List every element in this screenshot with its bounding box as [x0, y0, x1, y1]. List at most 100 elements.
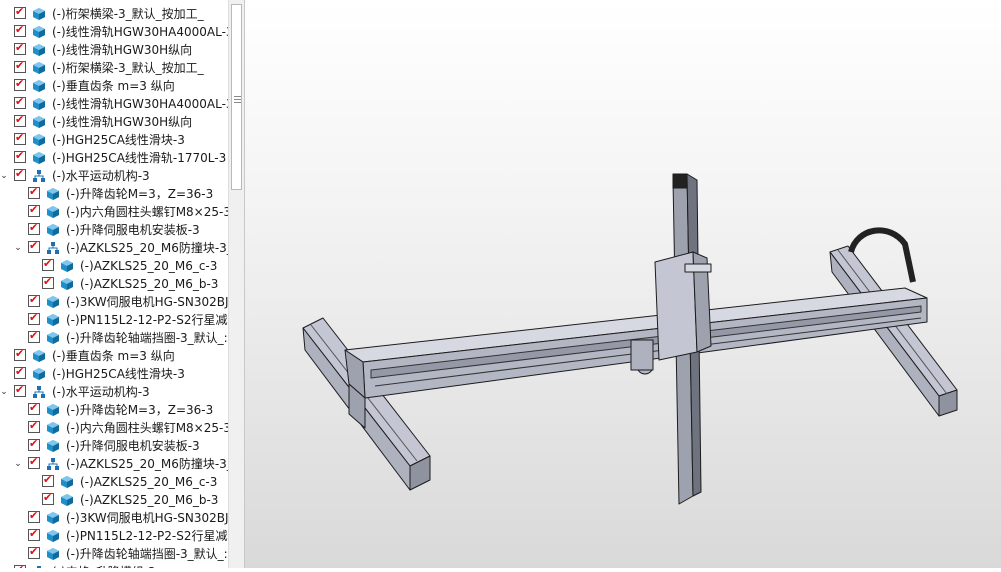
scrollbar-thumb[interactable]: [231, 4, 242, 190]
tree-item-label: (-)AZKLS25_20_M6防撞块-3_A: [66, 241, 228, 255]
tree-row[interactable]: ⌄ (-)水平运动机构-3: [0, 383, 228, 401]
cube-part-icon: [60, 493, 74, 507]
tree-row[interactable]: (-)垂直齿条 m=3 纵向: [0, 347, 228, 365]
chevron-down-icon[interactable]: ⌄: [13, 458, 23, 470]
tree-row[interactable]: (-)内六角圆柱头螺钉M8×25-3: [0, 203, 228, 221]
tree-row[interactable]: (-)AZKLS25_20_M6_b-3: [0, 491, 228, 509]
visibility-checkbox[interactable]: [28, 437, 40, 451]
visibility-checkbox[interactable]: [14, 167, 26, 181]
visibility-checkbox[interactable]: [14, 347, 26, 361]
tree-row[interactable]: (-)升降伺服电机安装板-3: [0, 437, 228, 455]
visibility-checkbox[interactable]: [28, 185, 40, 199]
tree-row[interactable]: (-)升降伺服电机安装板-3: [0, 221, 228, 239]
tree-row[interactable]: (-)AZKLS25_20_M6_c-3: [0, 257, 228, 275]
tree-row[interactable]: (-)HGH25CA线性滑块-3: [0, 365, 228, 383]
tree-row[interactable]: (-)AZKLS25_20_M6_b-3: [0, 275, 228, 293]
tree-item-label: (-)垂直齿条 m=3 纵向: [52, 79, 175, 93]
visibility-checkbox[interactable]: [28, 221, 40, 235]
tree-row[interactable]: (-)升降齿轮轴端挡圈-3_默认_:: [0, 545, 228, 563]
visibility-checkbox[interactable]: [28, 203, 40, 217]
cube-part-icon: [32, 61, 46, 75]
tree-item-label: (-)AZKLS25_20_M6_b-3: [80, 493, 219, 507]
tree-row[interactable]: ⌄ (-)AZKLS25_20_M6防撞块-3_A: [0, 239, 228, 257]
tree-item-label: (-)PN115L2-12-P2-S2行星减速: [66, 313, 228, 327]
tree-item-label: (-)桁架横梁-3_默认_按加工_: [52, 7, 204, 21]
tree-item-label: (-)水平运动机构-3: [52, 169, 150, 183]
cube-part-icon: [32, 133, 46, 147]
tree-item-label: (-)AZKLS25_20_M6防撞块-3_A: [66, 457, 228, 471]
visibility-checkbox[interactable]: [14, 59, 26, 73]
tree-row[interactable]: (-)线性滑轨HGW30HA4000AL-3_: [0, 95, 228, 113]
visibility-checkbox[interactable]: [14, 365, 26, 379]
visibility-checkbox[interactable]: [42, 473, 54, 487]
tree-row[interactable]: (-)桁架横梁-3_默认_按加工_: [0, 59, 228, 77]
tree-row[interactable]: (-)线性滑轨HGW30HA4000AL-3_: [0, 23, 228, 41]
cube-part-icon: [32, 151, 46, 165]
visibility-checkbox[interactable]: [28, 293, 40, 307]
tree-item-label: (-)桁架横梁-3_默认_按加工_: [52, 61, 204, 75]
visibility-checkbox[interactable]: [14, 149, 26, 163]
cube-part-icon: [60, 475, 74, 489]
cube-part-icon: [46, 511, 60, 525]
visibility-checkbox[interactable]: [14, 383, 26, 397]
assembly-tree-icon: [46, 457, 60, 471]
visibility-checkbox[interactable]: [14, 95, 26, 109]
tree-row[interactable]: (-)PN115L2-12-P2-S2行星减速: [0, 527, 228, 545]
visibility-checkbox[interactable]: [14, 5, 26, 19]
visibility-checkbox[interactable]: [28, 509, 40, 523]
cube-part-icon: [60, 259, 74, 273]
cube-part-icon: [32, 97, 46, 111]
tree-row[interactable]: (-)升降齿轮M=3，Z=36-3: [0, 401, 228, 419]
tree-row[interactable]: (-)升降齿轮M=3，Z=36-3: [0, 185, 228, 203]
visibility-checkbox[interactable]: [28, 545, 40, 559]
tree-row[interactable]: (-)HGH25CA线性滑轨-1770L-3: [0, 149, 228, 167]
cube-part-icon: [32, 43, 46, 57]
cube-part-icon: [46, 331, 60, 345]
chevron-down-icon[interactable]: ⌄: [0, 386, 9, 398]
visibility-checkbox[interactable]: [28, 239, 40, 253]
tree-item-label: (-)升降伺服电机安装板-3: [66, 439, 200, 453]
visibility-checkbox[interactable]: [14, 41, 26, 55]
tree-row[interactable]: ⌄(-)丰格_升降模组-3: [0, 563, 228, 568]
cube-part-icon: [46, 439, 60, 453]
tree-row[interactable]: (-)3KW伺服电机HG-SN302BJ-: [0, 293, 228, 311]
tree-item-label: (-)线性滑轨HGW30H纵向: [52, 43, 193, 57]
cube-part-icon: [32, 115, 46, 129]
visibility-checkbox[interactable]: [14, 131, 26, 145]
tree-scrollbar[interactable]: [228, 0, 245, 568]
visibility-checkbox[interactable]: [14, 77, 26, 91]
visibility-checkbox[interactable]: [28, 329, 40, 343]
tree-row[interactable]: (-)桁架横梁-3_默认_按加工_: [0, 5, 228, 23]
tree-row[interactable]: (-)内六角圆柱头螺钉M8×25-3: [0, 419, 228, 437]
chevron-down-icon[interactable]: ⌄: [13, 242, 23, 254]
tree-row[interactable]: (-)升降齿轮轴端挡圈-3_默认_:: [0, 329, 228, 347]
tree-row[interactable]: ⌄ (-)水平运动机构-3: [0, 167, 228, 185]
visibility-checkbox[interactable]: [28, 401, 40, 415]
visibility-checkbox[interactable]: [28, 455, 40, 469]
tree-row[interactable]: (-)HGH25CA线性滑块-3: [0, 131, 228, 149]
visibility-checkbox[interactable]: [28, 527, 40, 541]
tree-item-label: (-)3KW伺服电机HG-SN302BJ-: [66, 295, 228, 309]
tree-item-label: (-)线性滑轨HGW30HA4000AL-3_: [52, 97, 228, 111]
visibility-checkbox[interactable]: [42, 491, 54, 505]
visibility-checkbox[interactable]: [14, 23, 26, 37]
tree-row[interactable]: (-)AZKLS25_20_M6_c-3: [0, 473, 228, 491]
visibility-checkbox[interactable]: [42, 275, 54, 289]
tree-row[interactable]: ⌄ (-)AZKLS25_20_M6防撞块-3_A: [0, 455, 228, 473]
visibility-checkbox[interactable]: [28, 419, 40, 433]
3d-viewport[interactable]: [245, 0, 1001, 568]
tree-row[interactable]: (-)线性滑轨HGW30H纵向: [0, 113, 228, 131]
visibility-checkbox[interactable]: [42, 257, 54, 271]
cube-part-icon: [46, 421, 60, 435]
tree-item-label: (-)内六角圆柱头螺钉M8×25-3: [66, 205, 228, 219]
tree-row[interactable]: (-)PN115L2-12-P2-S2行星减速: [0, 311, 228, 329]
visibility-checkbox[interactable]: [28, 311, 40, 325]
chevron-down-icon[interactable]: ⌄: [0, 170, 9, 182]
tree-row[interactable]: (-)3KW伺服电机HG-SN302BJ-: [0, 509, 228, 527]
visibility-checkbox[interactable]: [14, 113, 26, 127]
tree-item-label: (-)升降伺服电机安装板-3: [66, 223, 200, 237]
tree-item-label: (-)升降齿轮M=3，Z=36-3: [66, 403, 214, 417]
tree-row[interactable]: (-)线性滑轨HGW30H纵向: [0, 41, 228, 59]
tree-row[interactable]: (-)垂直齿条 m=3 纵向: [0, 77, 228, 95]
cube-part-icon: [46, 295, 60, 309]
